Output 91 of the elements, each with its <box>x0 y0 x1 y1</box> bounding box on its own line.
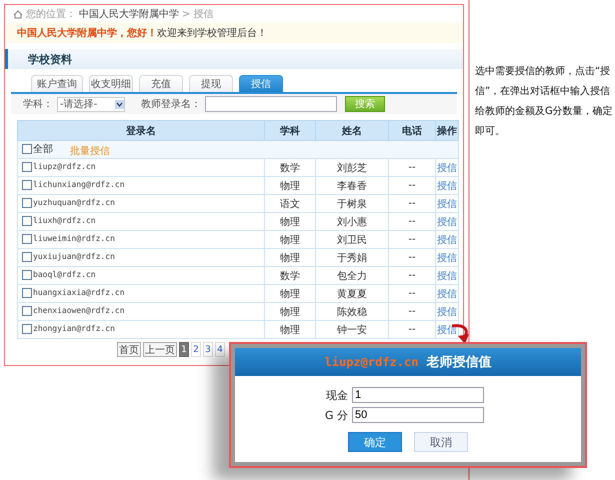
page-button[interactable]: 3 <box>203 342 213 357</box>
table-cell: 刘卫民 <box>316 230 388 248</box>
table-cell: liuweimin@rdfz.cn <box>33 234 115 243</box>
column-header: 学科 <box>264 120 316 140</box>
dialog-login: liupz@rdfz.cn <box>324 355 418 369</box>
tab[interactable]: 授信 <box>239 75 283 92</box>
tab[interactable]: 提现 <box>189 75 233 92</box>
checkbox[interactable] <box>22 144 32 154</box>
checkbox[interactable] <box>22 162 32 172</box>
checkbox[interactable] <box>22 270 32 280</box>
points-field[interactable]: 50 <box>352 407 484 423</box>
table-cell: 语文 <box>264 194 316 212</box>
column-header: 登录名 <box>18 120 264 140</box>
breadcrumb-label: 您的位置： <box>26 8 76 21</box>
table-cell: 钟一安 <box>316 320 388 338</box>
teacher-login-label: 教师登录名： <box>141 98 201 111</box>
table-cell: 数学 <box>264 158 316 176</box>
checkbox[interactable] <box>22 324 32 334</box>
table-cell: -- <box>388 212 436 230</box>
table-cell: 包全力 <box>316 266 388 284</box>
teacher-login-field[interactable] <box>205 96 337 112</box>
dialog-title: 老师授信值 <box>426 354 492 371</box>
checkbox[interactable] <box>22 234 32 244</box>
table-cell: 刘彭芝 <box>316 158 388 176</box>
table-cell: yuzhuquan@rdfz.cn <box>33 198 115 207</box>
select-all-label: 全部 <box>33 142 53 156</box>
breadcrumb-current: 授信 <box>193 8 214 21</box>
subject-dropdown[interactable]: -请选择- <box>57 96 125 112</box>
confirm-button[interactable]: 确定 <box>348 432 402 452</box>
table-cell: -- <box>388 176 436 194</box>
table-cell: 物理 <box>264 284 316 302</box>
table-cell: -- <box>388 230 436 248</box>
table-cell: zhongyian@rdfz.cn <box>33 324 115 333</box>
column-header: 操作 <box>436 120 458 140</box>
table-cell: lichunxiang@rdfz.cn <box>33 180 125 189</box>
home-icon <box>13 10 23 18</box>
table-cell: chenxiaowen@rdfz.cn <box>33 306 125 315</box>
breadcrumb-separator: > <box>182 8 190 20</box>
column-header: 电话 <box>388 120 436 140</box>
table-cell: 黄夏夏 <box>316 284 388 302</box>
tab[interactable]: 充值 <box>139 75 183 92</box>
table-cell: huangxiaxia@rdfz.cn <box>33 288 125 297</box>
checkbox[interactable] <box>22 216 32 226</box>
table-cell: -- <box>388 266 436 284</box>
table-cell: 物理 <box>264 230 316 248</box>
table-cell: 数学 <box>264 266 316 284</box>
table-cell: 物理 <box>264 320 316 338</box>
table-cell: yuxiujuan@rdfz.cn <box>33 252 115 261</box>
table-cell: 物理 <box>264 212 316 230</box>
points-label: G 分 <box>324 408 348 422</box>
checkbox[interactable] <box>22 306 32 316</box>
table-cell: 刘小惠 <box>316 212 388 230</box>
table-cell: baoql@rdfz.cn <box>33 270 96 279</box>
table-cell: -- <box>388 158 436 176</box>
table-cell: -- <box>388 248 436 266</box>
welcome-school: 中国人民大学附属中学，您好！ <box>17 26 157 40</box>
page-button[interactable]: 4 <box>215 342 225 357</box>
dropdown-arrow-icon <box>115 100 124 108</box>
previous-page-button[interactable]: 上一页 <box>143 342 177 357</box>
page-button[interactable]: 1 <box>179 342 189 357</box>
cancel-button[interactable]: 取消 <box>414 432 468 452</box>
breadcrumb-link[interactable]: 中国人民大学附属中学 <box>79 7 179 21</box>
tab[interactable]: 账户查询 <box>31 75 83 92</box>
cash-field[interactable]: 1 <box>352 387 484 403</box>
table-cell: 李春香 <box>316 176 388 194</box>
column-header: 姓名 <box>316 120 388 140</box>
welcome-message: 欢迎来到学校管理后台！ <box>157 26 267 40</box>
instruction-text: 选中需要授信的教师，点击“授信”，在弹出对话框中输入授信给教师的金额及G分数量，确定即可。 <box>475 64 614 139</box>
table-cell: 物理 <box>264 302 316 320</box>
subject-label: 学科： <box>23 98 53 111</box>
table-cell: -- <box>388 320 436 338</box>
checkbox[interactable] <box>22 198 32 208</box>
checkbox[interactable] <box>22 252 32 262</box>
table-cell: 于树泉 <box>316 194 388 212</box>
page-button[interactable]: 2 <box>191 342 201 357</box>
checkbox[interactable] <box>22 180 32 190</box>
tab[interactable]: 收支明细 <box>89 75 133 92</box>
table-cell: liuxh@rdfz.cn <box>33 216 96 225</box>
table-cell: 物理 <box>264 248 316 266</box>
table-cell: 于秀娟 <box>316 248 388 266</box>
table-cell: 陈效稳 <box>316 302 388 320</box>
table-cell: liupz@rdfz.cn <box>33 162 96 171</box>
batch-credit-link[interactable]: 批量授信 <box>70 146 110 156</box>
section-title: 学校资料 <box>28 52 72 66</box>
table-cell: -- <box>388 284 436 302</box>
table-cell: -- <box>388 194 436 212</box>
checkbox[interactable] <box>22 288 32 298</box>
cash-label: 现金 <box>325 388 348 402</box>
first-page-button[interactable]: 首页 <box>117 342 141 357</box>
table-cell: -- <box>388 302 436 320</box>
table-cell: 物理 <box>264 176 316 194</box>
